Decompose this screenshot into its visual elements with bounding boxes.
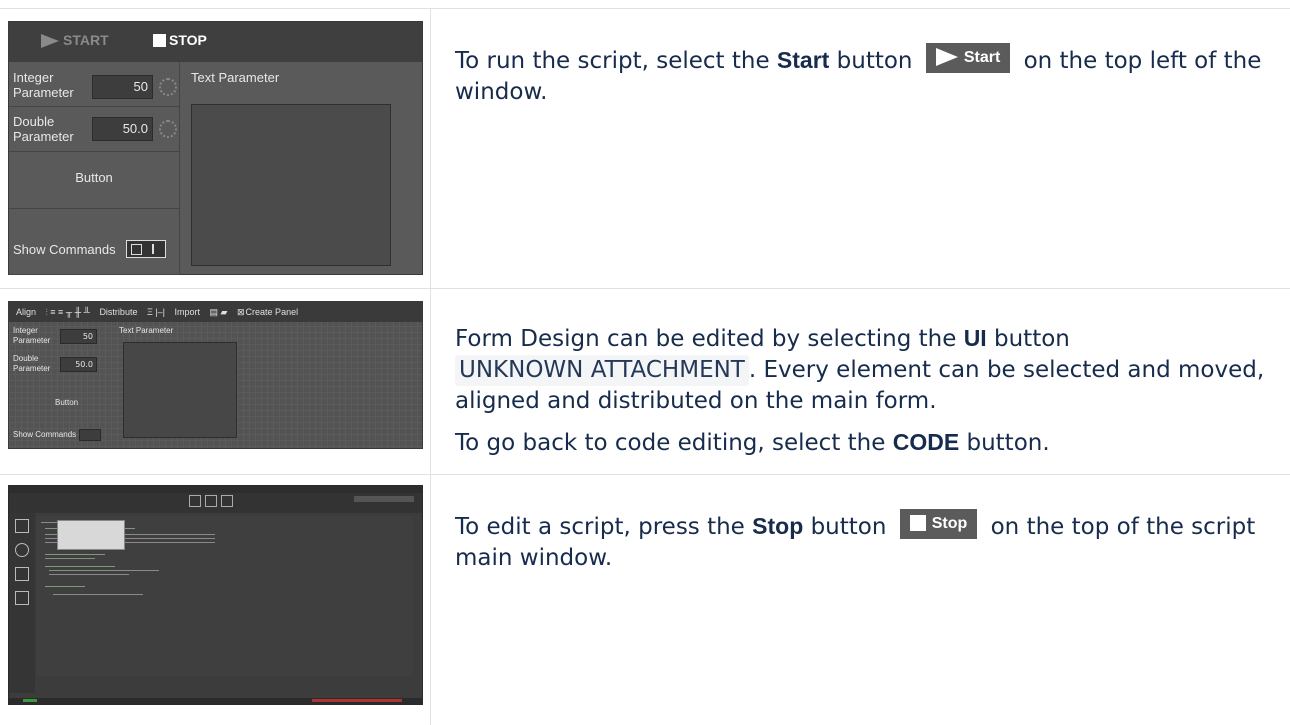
text-parameter-box[interactable] bbox=[191, 104, 391, 266]
show-commands-cell: Show Commands bbox=[9, 209, 180, 275]
reset-icon[interactable] bbox=[159, 78, 177, 96]
stop-button-image: Stop bbox=[899, 508, 978, 539]
image-cell bbox=[0, 475, 431, 725]
integer-parameter-cell: Integer Parameter 50 bbox=[9, 62, 180, 107]
image-cell: Align ⫶ ≡ ≡ ╥ ╫ ╨ Distribute Ξ |–| Impor… bbox=[0, 289, 431, 475]
create-panel-icon[interactable]: ⊠ bbox=[237, 307, 245, 317]
panel-icon[interactable] bbox=[15, 519, 29, 533]
row-description: To edit a script, press the Stop button … bbox=[455, 508, 1274, 574]
toolbar bbox=[9, 493, 422, 513]
table-row: Align ⫶ ≡ ≡ ╥ ╫ ╨ Distribute Ξ |–| Impor… bbox=[0, 288, 1290, 475]
chart-icon[interactable] bbox=[15, 591, 29, 605]
align-icons[interactable]: ⫶ ≡ ≡ ╥ ╫ ╨ bbox=[46, 307, 90, 317]
documentation-table: START STOP Integer Parameter 50 Double Par… bbox=[0, 0, 1290, 725]
globe-icon[interactable] bbox=[15, 543, 29, 557]
integer-input[interactable]: 50 bbox=[92, 75, 153, 99]
ui-icon[interactable] bbox=[189, 495, 201, 507]
code-icon[interactable] bbox=[205, 495, 217, 507]
side-panel bbox=[9, 513, 35, 693]
play-icon bbox=[935, 48, 958, 67]
show-commands-toggle[interactable] bbox=[126, 240, 166, 258]
text-cell: Form Design can be edited by selecting t… bbox=[431, 289, 1290, 475]
image-cell: START STOP Integer Parameter 50 Double Par… bbox=[0, 9, 431, 289]
row-description: Form Design can be edited by selecting t… bbox=[455, 325, 1265, 414]
toolbar: START STOP bbox=[9, 22, 422, 62]
form-design-toolbar: Align ⫶ ≡ ≡ ╥ ╫ ╨ Distribute Ξ |–| Impor… bbox=[9, 302, 422, 322]
import-icons[interactable]: ▤ ▰ bbox=[210, 307, 228, 317]
status-indicators bbox=[312, 699, 402, 702]
toggle-knob-icon bbox=[131, 244, 142, 255]
distribute-icons[interactable]: Ξ |–| bbox=[147, 307, 165, 317]
build-icon[interactable] bbox=[221, 495, 233, 507]
button-cell[interactable]: Button bbox=[9, 152, 180, 209]
double-input[interactable]: 50.0 bbox=[60, 357, 97, 372]
play-icon bbox=[41, 34, 59, 49]
show-commands-toggle[interactable] bbox=[79, 429, 101, 441]
double-parameter-cell: Double Parameter 50.0 bbox=[9, 107, 180, 152]
text-parameter-box[interactable] bbox=[123, 342, 237, 438]
start-button-image: Start bbox=[925, 42, 1011, 73]
unknown-attachment[interactable]: UNKNOWN ATTACHMENT bbox=[455, 355, 749, 386]
code-editor-screenshot bbox=[8, 485, 423, 705]
status-indicator bbox=[23, 699, 37, 702]
form-design-screenshot: Align ⫶ ≡ ≡ ╥ ╫ ╨ Distribute Ξ |–| Impor… bbox=[8, 301, 423, 449]
double-input[interactable]: 50.0 bbox=[92, 117, 153, 141]
table-row: To edit a script, press the Stop button … bbox=[0, 474, 1290, 725]
stop-icon bbox=[153, 33, 166, 47]
table-row: START STOP Integer Parameter 50 Double Par… bbox=[0, 8, 1290, 289]
stop-icon bbox=[909, 515, 926, 532]
stop-button[interactable]: STOP bbox=[153, 32, 207, 48]
toggle-bar-icon bbox=[152, 244, 154, 254]
run-controls[interactable] bbox=[354, 496, 414, 502]
title-bar bbox=[9, 486, 422, 493]
integer-input[interactable]: 50 bbox=[60, 329, 97, 344]
script-window-screenshot: START STOP Integer Parameter 50 Double Par… bbox=[8, 21, 423, 275]
row-description: To run the script, select the Start butt… bbox=[455, 42, 1274, 108]
text-cell: To run the script, select the Start butt… bbox=[431, 9, 1290, 289]
status-bar bbox=[9, 698, 422, 704]
text-cell: To edit a script, press the Stop button … bbox=[431, 475, 1290, 725]
file-icon[interactable] bbox=[15, 567, 29, 581]
autocomplete-popup[interactable] bbox=[57, 520, 125, 550]
row-description-2: To go back to code editing, select the C… bbox=[455, 429, 1050, 456]
reset-icon[interactable] bbox=[159, 120, 177, 138]
start-button[interactable]: START bbox=[41, 32, 109, 49]
